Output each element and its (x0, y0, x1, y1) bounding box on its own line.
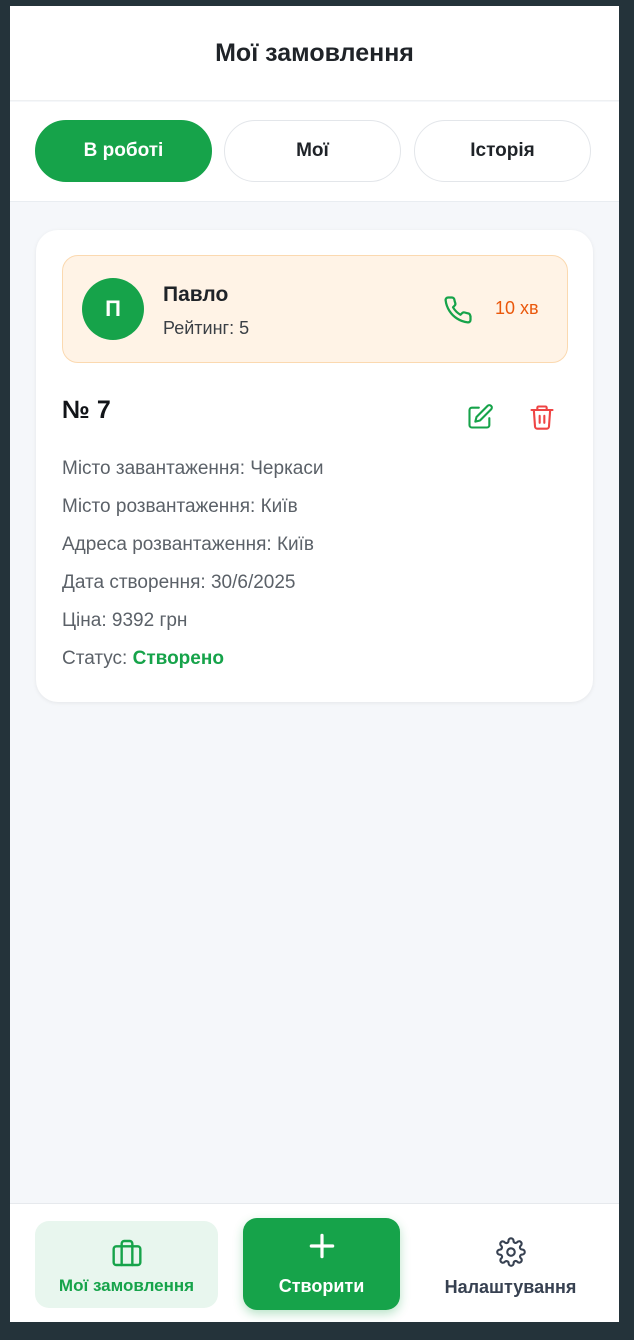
status-label: Статус: (62, 648, 133, 669)
tab-mine[interactable]: Мої (224, 120, 401, 182)
tab-bar: В роботі Мої Історія (10, 102, 619, 202)
unloading-city: Місто розвантаження: Київ (62, 496, 298, 517)
app-header: Мої замовлення (10, 6, 619, 101)
tab-in-progress[interactable]: В роботі (35, 120, 212, 182)
order-number: № 7 (62, 396, 111, 424)
status-row: Статус: Створено (62, 648, 323, 686)
order-card: П Павло Рейтинг: 5 10 хв № 7 Місто заван… (36, 230, 593, 702)
order-details: Місто завантаження: Черкаси Місто розван… (62, 458, 323, 686)
status-badge: Створено (132, 648, 224, 669)
plus-icon (309, 1233, 335, 1259)
briefcase-icon (112, 1239, 142, 1267)
driver-panel: П Павло Рейтинг: 5 10 хв (62, 255, 568, 363)
app-screen: Мої замовлення В роботі Мої Історія П Па… (10, 6, 619, 1322)
edit-icon[interactable] (466, 403, 494, 431)
gear-icon (496, 1237, 526, 1267)
nav-create-label: Створити (278, 1276, 365, 1296)
page-title: Мої замовлення (215, 38, 414, 67)
bottom-nav: Мої замовлення Створити Налаштування (10, 1203, 619, 1322)
nav-my-orders-label: Мої замовлення (58, 1276, 195, 1295)
nav-settings[interactable]: Налаштування (428, 1221, 593, 1308)
phone-icon[interactable] (443, 295, 473, 325)
nav-my-orders[interactable]: Мої замовлення (35, 1221, 218, 1308)
driver-rating: Рейтинг: 5 (163, 318, 250, 338)
nav-settings-label: Налаштування (444, 1277, 577, 1297)
unloading-address: Адреса розвантаження: Київ (62, 534, 315, 555)
trash-icon[interactable] (528, 403, 556, 431)
eta-text: 10 хв (495, 298, 539, 318)
driver-name: Павло (163, 283, 229, 306)
created-date: Дата створення: 30/6/2025 (62, 572, 296, 593)
nav-create-button[interactable]: Створити (243, 1218, 400, 1310)
driver-avatar: П (82, 278, 144, 340)
loading-city: Місто завантаження: Черкаси (62, 458, 324, 479)
tab-history[interactable]: Історія (414, 120, 591, 182)
price: Ціна: 9392 грн (62, 610, 188, 631)
